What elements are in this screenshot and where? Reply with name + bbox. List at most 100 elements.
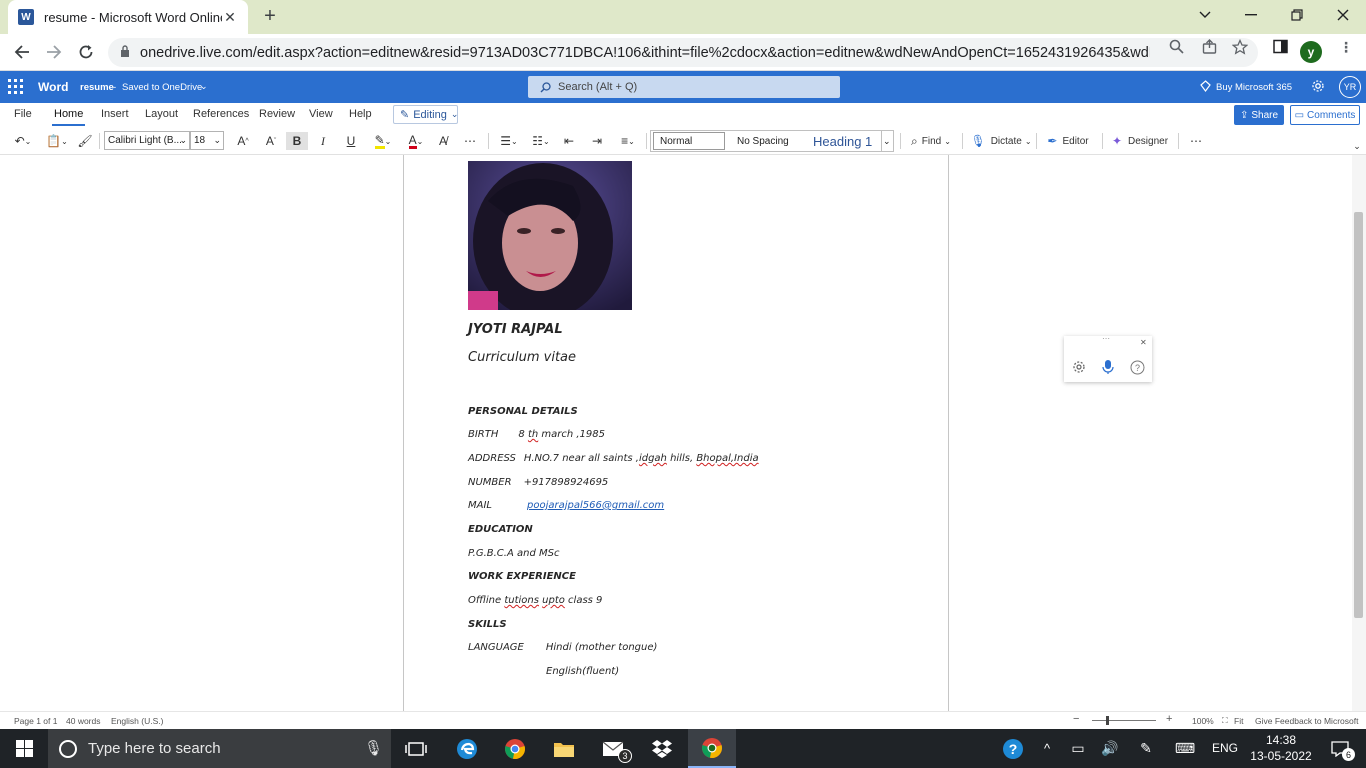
highlight-color-icon[interactable]: ✎ ⌄ <box>370 132 396 150</box>
decrease-font-size-icon[interactable]: Aˇ <box>262 132 280 150</box>
browser-tab-resume[interactable]: W resume - Microsoft Word Online ✕ <box>8 0 248 34</box>
app-name[interactable]: Word <box>38 80 68 94</box>
word-count[interactable]: 40 words <box>66 716 101 726</box>
touch-keyboard-icon[interactable]: ⌨ <box>1170 729 1200 768</box>
document-name[interactable]: resume <box>80 82 114 93</box>
mail-icon[interactable]: 3 <box>590 729 638 768</box>
work-experience-line[interactable]: Offline tutions upto class 9 <box>468 595 602 606</box>
chrome-browser-icon[interactable] <box>491 729 539 768</box>
style-normal[interactable]: Normal <box>653 132 725 150</box>
zoom-slider-thumb[interactable] <box>1106 716 1109 725</box>
number-line[interactable]: NUMBER +917898924695 <box>468 477 608 488</box>
language-line[interactable]: LANGUAGE Hindi (mother tongue) <box>468 642 657 653</box>
align-icon[interactable]: ≡ ⌄ <box>614 132 642 150</box>
work-experience-heading[interactable]: WORK EXPERIENCE <box>468 571 576 582</box>
tab-help[interactable]: Help <box>349 108 372 120</box>
proofing-language[interactable]: English (U.S.) <box>111 716 163 726</box>
close-tab-icon[interactable]: ✕ <box>222 9 238 26</box>
bold-button[interactable]: B <box>286 132 308 150</box>
email-link[interactable]: poojarajpal566@gmail.com <box>527 500 664 511</box>
mail-line[interactable]: MAIL poojarajpal566@gmail.com <box>468 500 664 511</box>
clear-formatting-icon[interactable]: A̸ <box>434 132 452 150</box>
education-value[interactable]: P.G.B.C.A and MSc <box>468 548 559 559</box>
dropbox-icon[interactable] <box>638 729 686 768</box>
personal-details-heading[interactable]: PERSONAL DETAILS <box>468 406 578 417</box>
help-question-icon[interactable]: ? <box>1130 360 1145 378</box>
tab-search-chevron-icon[interactable] <box>1182 0 1228 30</box>
tab-review[interactable]: Review <box>259 108 295 120</box>
input-language[interactable]: ENG <box>1212 741 1238 755</box>
chrome-active-window-icon[interactable] <box>688 729 736 768</box>
voice-microphone-icon[interactable]: 🎙 <box>364 739 383 757</box>
underline-button[interactable]: U <box>342 132 360 150</box>
italic-button[interactable]: I <box>314 132 332 150</box>
zoom-search-icon[interactable] <box>1166 39 1186 59</box>
resume-name[interactable]: JYOTI RAJPAL <box>468 322 563 337</box>
zoom-level[interactable]: 100% <box>1192 716 1214 726</box>
volume-icon[interactable]: 🔊 <box>1098 729 1122 768</box>
notifications-icon[interactable]: 6 <box>1320 729 1360 768</box>
editor-button[interactable]: ✒ Editor <box>1044 132 1092 150</box>
birth-line[interactable]: BIRTH 8 th march ,1985 <box>468 429 605 440</box>
tab-view[interactable]: View <box>309 108 333 120</box>
ribbon-collapse-chevron-icon[interactable]: ⌄ <box>1350 137 1364 155</box>
buy-microsoft-365-link[interactable]: Buy Microsoft 365 <box>1216 82 1292 93</box>
drag-handle-icon[interactable]: ⋯ <box>1102 334 1110 343</box>
designer-button[interactable]: ✦ Designer <box>1110 132 1170 150</box>
bookmark-star-icon[interactable] <box>1230 38 1250 59</box>
user-avatar[interactable]: YR <box>1339 76 1361 98</box>
style-no-spacing[interactable]: No Spacing <box>731 131 805 151</box>
zoom-in-button[interactable]: + <box>1166 713 1172 725</box>
zoom-out-button[interactable]: − <box>1073 713 1079 725</box>
profile-photo[interactable] <box>468 161 632 310</box>
tab-home[interactable]: Home <box>51 108 86 126</box>
bullets-icon[interactable]: ☰ ⌄ <box>496 132 522 150</box>
address-bar[interactable]: onedrive.live.com/edit.aspx?action=editn… <box>108 38 1258 67</box>
edge-browser-icon[interactable] <box>443 729 491 768</box>
app-launcher-icon[interactable] <box>8 79 24 95</box>
more-options-icon[interactable]: ⋯ <box>1186 132 1206 150</box>
reload-icon[interactable] <box>74 40 98 64</box>
show-hidden-icons-chevron-icon[interactable]: ^ <box>1036 729 1058 768</box>
increase-indent-icon[interactable]: ⇥ <box>588 132 606 150</box>
format-painter-icon[interactable]: 🖌 <box>76 132 94 150</box>
undo-icon[interactable]: ↶ ⌄ <box>10 132 36 150</box>
numbering-icon[interactable]: ☷ ⌄ <box>528 132 554 150</box>
share-page-icon[interactable] <box>1199 39 1219 59</box>
dictate-button[interactable]: 🎙 Dictate ⌄ <box>970 132 1032 150</box>
save-status[interactable]: Saved to OneDrive <box>122 82 202 93</box>
education-heading[interactable]: EDUCATION <box>468 524 533 535</box>
address-line[interactable]: ADDRESS H.NO.7 near all saints ,idgah hil… <box>468 453 759 464</box>
close-icon[interactable]: ✕ <box>1140 338 1147 347</box>
new-tab-button[interactable]: + <box>258 4 282 28</box>
browser-menu-icon[interactable]: ⋮ <box>1336 39 1356 59</box>
language-english[interactable]: English(fluent) <box>546 666 619 677</box>
windows-start-icon[interactable] <box>0 729 48 768</box>
save-status-chevron-icon[interactable]: ⌄ <box>200 81 208 92</box>
tab-layout[interactable]: Layout <box>145 108 178 120</box>
font-name-dropdown[interactable]: Calibri Light (B... ⌄ <box>104 131 190 150</box>
resume-subtitle[interactable]: Curriculum vitae <box>468 350 576 365</box>
give-feedback-link[interactable]: Give Feedback to Microsoft <box>1255 716 1358 726</box>
font-size-dropdown[interactable]: 18 ⌄ <box>190 131 224 150</box>
tab-file[interactable]: File <box>14 108 32 120</box>
decrease-indent-icon[interactable]: ⇤ <box>560 132 578 150</box>
clock[interactable]: 14:38 13-05-2022 <box>1250 732 1312 764</box>
increase-font-size-icon[interactable]: A ^ <box>234 132 252 150</box>
battery-icon[interactable]: ▭ <box>1066 729 1090 768</box>
taskbar-search-box[interactable]: Type here to search 🎙 <box>48 729 391 768</box>
find-button[interactable]: ⌕ Find ⌄ <box>906 132 956 150</box>
search-box[interactable]: Search (Alt + Q) <box>528 76 840 98</box>
fit-button[interactable]: Fit <box>1234 716 1243 726</box>
style-heading-1[interactable]: Heading 1 <box>807 131 879 151</box>
paste-icon[interactable]: 📋 ⌄ <box>44 132 70 150</box>
more-font-options-icon[interactable]: ⋯ <box>460 132 480 150</box>
styles-expand-chevron-icon[interactable]: ⌄ <box>881 131 893 151</box>
back-arrow-icon[interactable] <box>10 40 34 64</box>
settings-gear-icon[interactable] <box>1311 79 1325 96</box>
restore-button[interactable] <box>1274 0 1320 30</box>
editing-mode-dropdown[interactable]: ✎ Editing ⌄ <box>393 105 458 124</box>
zoom-slider[interactable] <box>1092 720 1156 721</box>
tab-references[interactable]: References <box>193 108 249 120</box>
skills-heading[interactable]: SKILLS <box>468 619 507 630</box>
